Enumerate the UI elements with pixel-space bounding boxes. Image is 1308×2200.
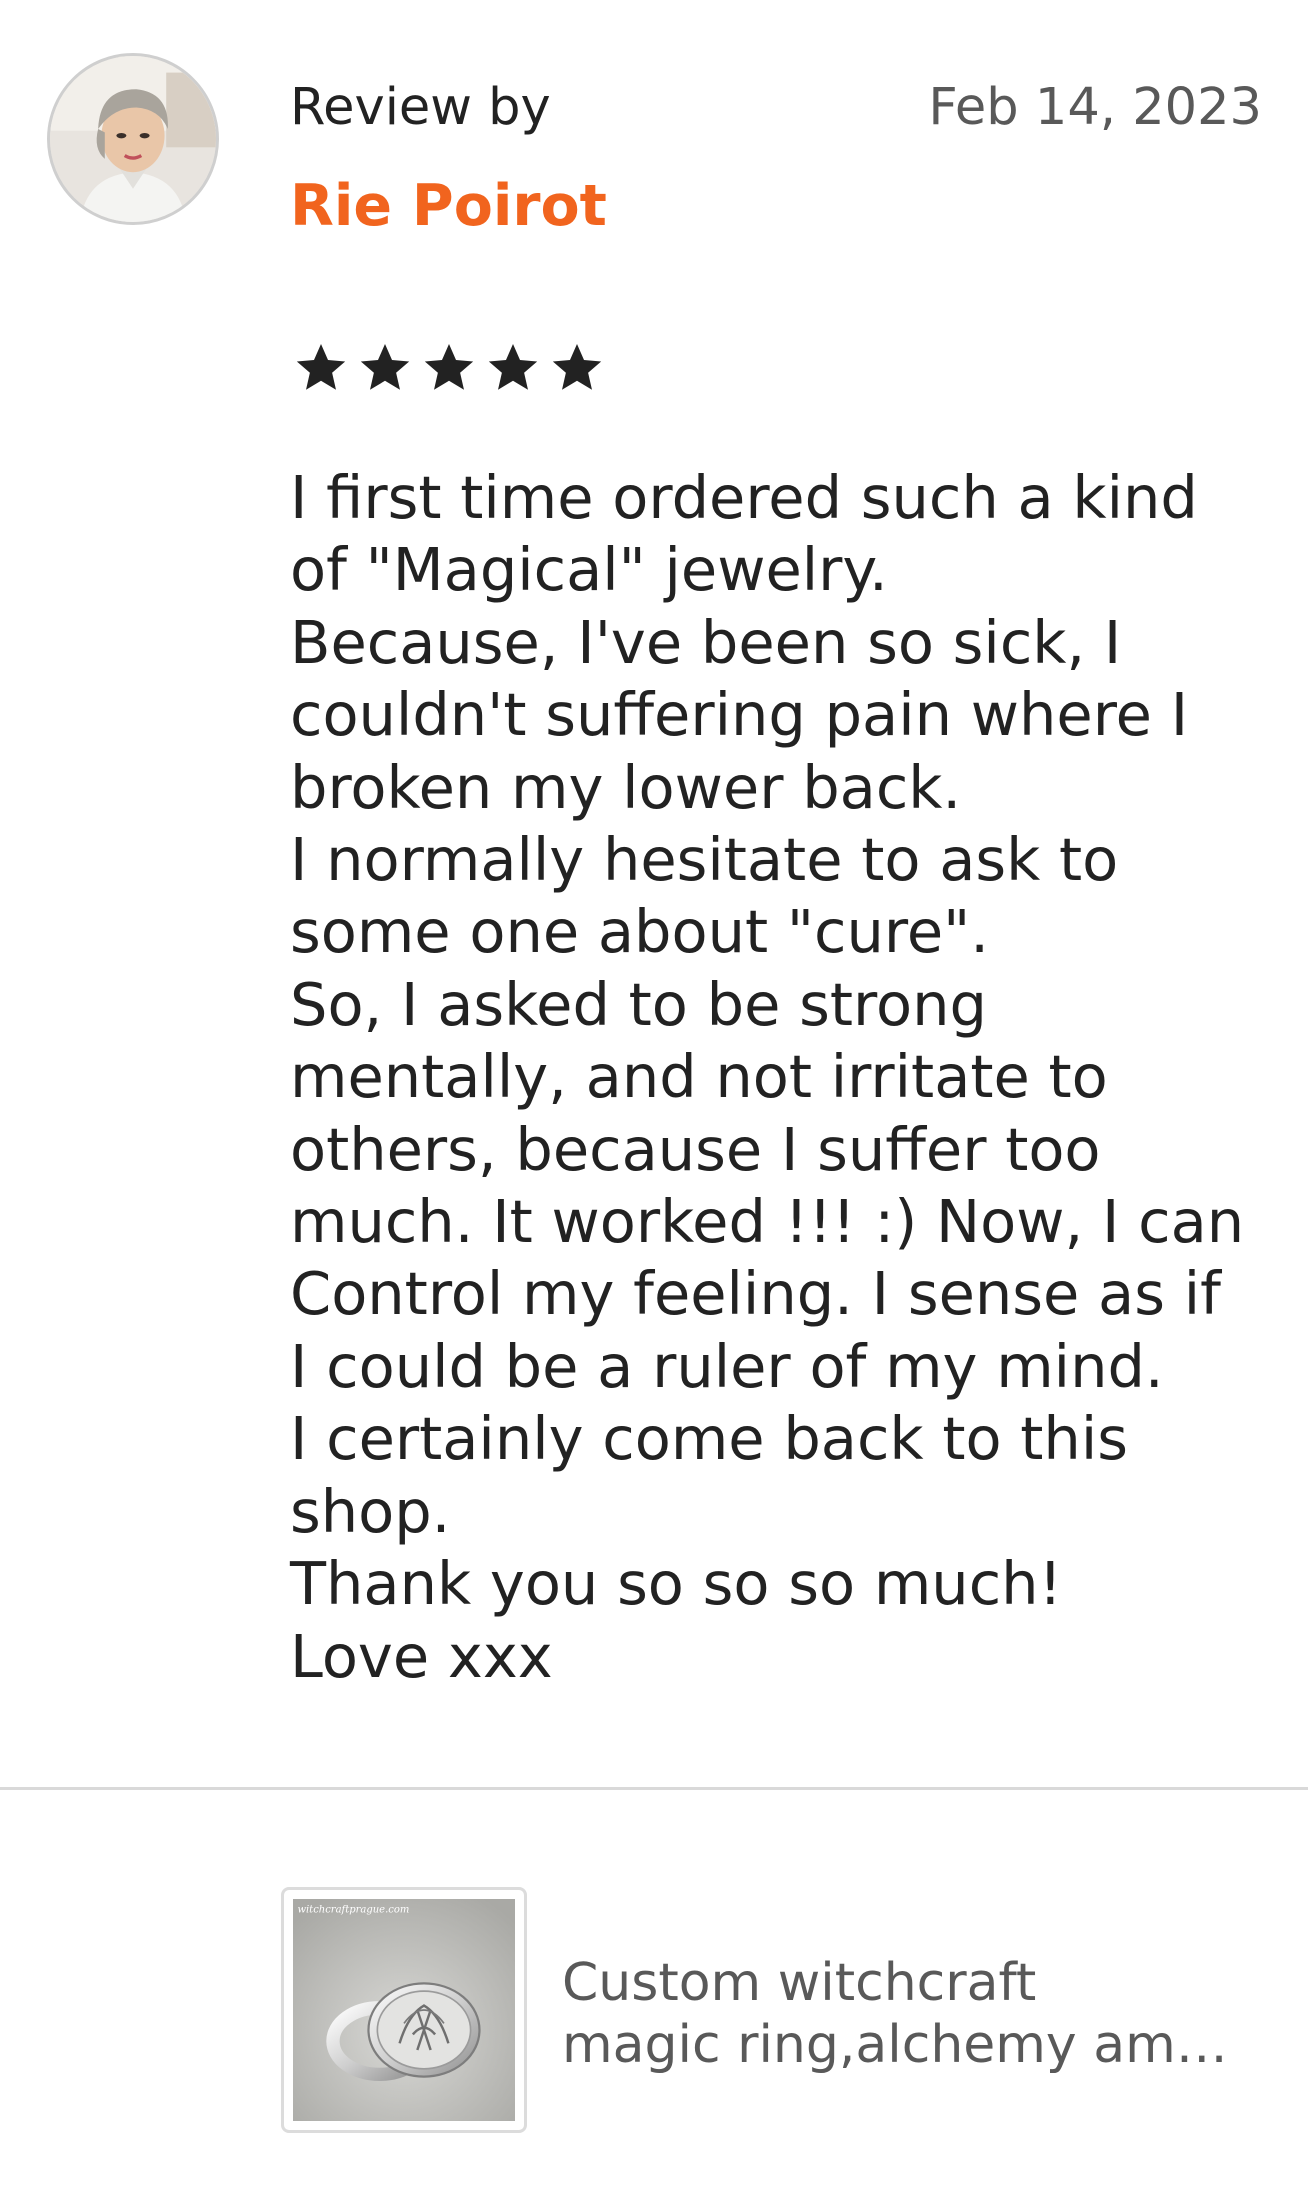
review-text-line: So, I asked to be strong: [290, 969, 987, 1039]
reviewer-avatar[interactable]: [47, 53, 219, 225]
product-thumbnail[interactable]: witchcraftprague.com: [281, 1887, 527, 2133]
review-text-line: I first time ordered such a kind: [290, 463, 1198, 532]
review-text-line: Because, I've been so sick, I: [290, 607, 1122, 677]
thumbnail-watermark: witchcraftprague.com: [297, 1904, 409, 1915]
review-text-line: I could be a ruler of my mind.: [290, 1331, 1164, 1401]
review-text-line: I normally hesitate to ask to: [290, 825, 1119, 895]
product-title-line: magic ring,alchemy am…: [562, 2015, 1228, 2075]
review-text-line: I certainly come back to this: [290, 1404, 1128, 1474]
ring-image-icon: witchcraftprague.com: [293, 1899, 515, 2121]
star-icon: [488, 344, 538, 390]
review-text-line: mentally, and not irritate to: [290, 1042, 1108, 1112]
avatar-photo-icon: [50, 56, 216, 222]
review-text-line: Love xxx: [290, 1621, 553, 1691]
star-icon: [552, 344, 602, 390]
review-text: I first time ordered such a kind of "Magi…: [290, 462, 1270, 1693]
review-text-line: some one about "cure".: [290, 897, 990, 967]
product-title-link[interactable]: Custom witchcraft magic ring,alchemy am…: [562, 1952, 1272, 2076]
review-text-line: much. It worked !!! :) Now, I can: [290, 1187, 1245, 1257]
review-text-line: Control my feeling. I sense as if: [290, 1259, 1221, 1329]
review-text-line: broken my lower back.: [290, 752, 962, 822]
review-text-line: others, because I suffer too: [290, 1114, 1101, 1184]
review-by-label: Review by: [290, 78, 551, 137]
review-text-line: of "Magical" jewelry.: [290, 535, 888, 605]
star-icon: [296, 344, 346, 390]
reviewer-name-link[interactable]: Rie Poirot: [290, 172, 607, 240]
product-title-line: Custom witchcraft: [562, 1953, 1037, 2013]
review-text-line: Thank you so so so much!: [290, 1549, 1063, 1619]
star-icon: [360, 344, 410, 390]
review-date: Feb 14, 2023: [928, 78, 1262, 137]
review-text-line: shop.: [290, 1476, 451, 1546]
star-icon: [424, 344, 474, 390]
review-text-line: couldn't suffering pain where I: [290, 680, 1189, 750]
star-rating: [292, 338, 606, 396]
divider: [0, 1787, 1308, 1790]
